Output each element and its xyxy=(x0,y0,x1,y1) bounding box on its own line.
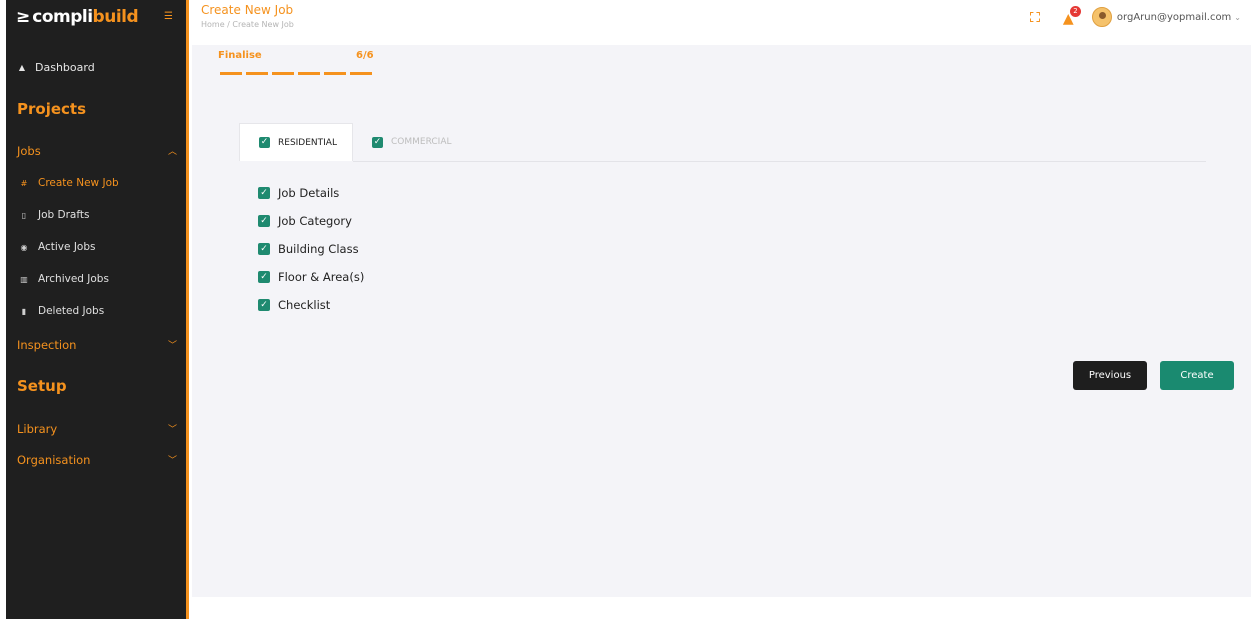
avatar[interactable] xyxy=(1091,7,1112,27)
main-content: Finalise 6/6 ✓ RESIDENTIAL ✓ COMMERCIAL … xyxy=(192,45,1251,597)
home-icon: ▲ xyxy=(18,63,26,72)
chevron-up-icon: ︿ xyxy=(167,147,177,157)
sidebar-item-job-drafts[interactable]: ▯ Job Drafts xyxy=(18,209,90,221)
list-item-label: Job Details xyxy=(278,186,340,200)
sidebar-group-jobs[interactable]: Jobs ︿ xyxy=(17,144,177,158)
chevron-down-icon: ﹀ xyxy=(167,456,177,466)
brand-name-part1: compli xyxy=(32,7,93,27)
tab-label: COMMERCIAL xyxy=(391,137,452,147)
list-item[interactable]: ✓ Job Details xyxy=(258,179,364,207)
checkbox-checked-icon[interactable]: ✓ xyxy=(258,215,270,227)
progress-step xyxy=(350,72,372,75)
sidebar-item-label: Create New Job xyxy=(38,177,119,189)
sidebar-item-create-new-job[interactable]: # Create New Job xyxy=(18,177,119,189)
sidebar-section-setup: Setup xyxy=(17,377,67,395)
brand-mark: ≥ xyxy=(16,7,31,27)
sidebar-item-deleted-jobs[interactable]: ▮ Deleted Jobs xyxy=(18,305,104,317)
chevron-down-icon[interactable]: ⌄ xyxy=(1234,13,1241,22)
checkbox-checked-icon[interactable]: ✓ xyxy=(258,271,270,283)
page-title: Create New Job xyxy=(201,3,294,17)
previous-button[interactable]: Previous xyxy=(1073,361,1147,390)
sidebar-item-archived-jobs[interactable]: ▥ Archived Jobs xyxy=(18,273,109,285)
sidebar-group-label: Inspection xyxy=(17,338,77,352)
list-item[interactable]: ✓ Building Class xyxy=(258,235,364,263)
menu-toggle-icon[interactable]: ☰ xyxy=(164,12,174,22)
checkbox-checked-icon[interactable]: ✓ xyxy=(258,187,270,199)
brand-name-part2: build xyxy=(92,7,139,27)
chevron-down-icon: ﹀ xyxy=(167,425,177,435)
chevron-down-icon: ﹀ xyxy=(167,341,177,351)
checkbox-checked-icon: ✓ xyxy=(259,137,270,148)
checkbox-checked-icon[interactable]: ✓ xyxy=(258,299,270,311)
user-email[interactable]: orgArun@yopmail.com xyxy=(1117,12,1231,23)
sidebar-group-inspection[interactable]: Inspection ﹀ xyxy=(17,338,177,352)
wizard-progress xyxy=(220,72,376,75)
list-item-label: Checklist xyxy=(278,298,331,312)
top-right-actions: ▲ 2 orgArun@yopmail.com ⌄ xyxy=(1029,6,1241,27)
sidebar-group-label: Organisation xyxy=(17,453,91,467)
sidebar-item-label: Archived Jobs xyxy=(38,273,109,285)
fullscreen-icon[interactable] xyxy=(1029,12,1040,22)
list-item-label: Floor & Area(s) xyxy=(278,270,365,284)
breadcrumb[interactable]: Home / Create New Job xyxy=(201,20,294,29)
progress-step xyxy=(298,72,320,75)
wizard-step-count: 6/6 xyxy=(356,50,374,61)
sidebar-group-library[interactable]: Library ﹀ xyxy=(17,422,177,436)
wizard-step-label: Finalise xyxy=(218,50,262,61)
sidebar-item-dashboard[interactable]: ▲ Dashboard xyxy=(16,61,95,74)
progress-step xyxy=(272,72,294,75)
tab-label: RESIDENTIAL xyxy=(278,137,337,148)
top-bar: Create New Job Home / Create New Job ▲ 2… xyxy=(192,0,1251,45)
sidebar-section-projects: Projects xyxy=(17,100,87,118)
sidebar-group-label: Library xyxy=(17,422,58,436)
list-item[interactable]: ✓ Checklist xyxy=(258,291,364,319)
hash-icon: # xyxy=(20,178,28,188)
sidebar-group-organisation[interactable]: Organisation ﹀ xyxy=(17,453,177,467)
progress-step xyxy=(324,72,346,75)
tab-commercial[interactable]: ✓ COMMERCIAL xyxy=(372,123,452,161)
create-button[interactable]: Create xyxy=(1160,361,1234,390)
tab-divider xyxy=(353,161,1206,162)
sidebar-group-label: Jobs xyxy=(17,144,41,158)
checkbox-checked-icon: ✓ xyxy=(372,136,383,148)
drafts-icon: ▯ xyxy=(21,210,27,220)
notifications-button[interactable]: ▲ 2 xyxy=(1062,6,1081,26)
sidebar-item-label: Deleted Jobs xyxy=(38,305,105,317)
sidebar-item-label: Dashboard xyxy=(35,61,95,74)
list-item[interactable]: ✓ Floor & Area(s) xyxy=(258,263,364,291)
active-icon: ◉ xyxy=(20,242,28,252)
sidebar-item-active-jobs[interactable]: ◉ Active Jobs xyxy=(18,241,96,253)
list-item-label: Building Class xyxy=(278,242,359,256)
list-item[interactable]: ✓ Job Category xyxy=(258,207,364,235)
tab-residential[interactable]: ✓ RESIDENTIAL xyxy=(239,123,353,161)
list-item-label: Job Category xyxy=(278,214,352,228)
progress-step xyxy=(220,72,242,75)
checkbox-checked-icon[interactable]: ✓ xyxy=(258,243,270,255)
sidebar-item-label: Active Jobs xyxy=(38,241,96,253)
finalise-checklist: ✓ Job Details ✓ Job Category ✓ Building … xyxy=(258,179,364,319)
progress-step xyxy=(246,72,268,75)
brand-logo[interactable]: ≥ compli build xyxy=(16,6,139,28)
trash-icon: ▮ xyxy=(21,306,27,316)
notification-badge: 2 xyxy=(1069,6,1081,17)
archive-icon: ▥ xyxy=(20,274,28,284)
sidebar: ≥ compli build ☰ ▲ Dashboard Projects Jo… xyxy=(6,0,189,619)
sidebar-item-label: Job Drafts xyxy=(38,209,90,221)
